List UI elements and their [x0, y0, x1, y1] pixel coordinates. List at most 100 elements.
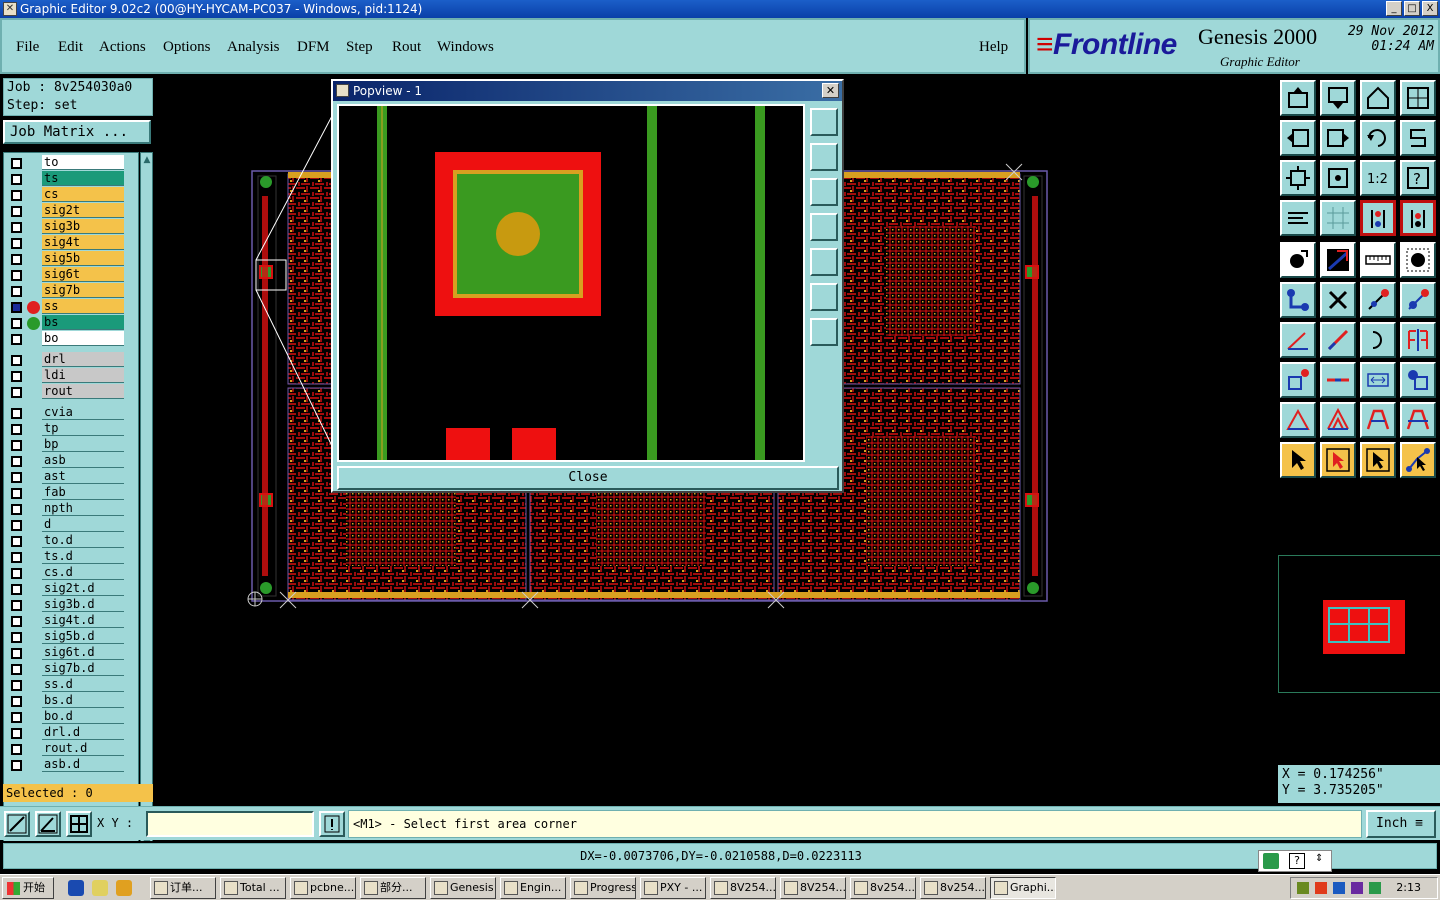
menu-analysis[interactable]: Analysis [227, 39, 280, 56]
triangle-tool-icon[interactable] [1280, 402, 1316, 438]
layer-checkbox[interactable] [11, 536, 22, 547]
layer-row-ss-d[interactable]: ss.d [4, 677, 138, 693]
start-button[interactable]: 开始 [2, 877, 54, 899]
stretch-tool-icon[interactable] [1360, 362, 1396, 398]
pointer-tool-icon[interactable] [1280, 442, 1316, 478]
area-select-tool-icon[interactable] [1360, 442, 1396, 478]
layer-row-ldi[interactable]: ldi [4, 368, 138, 384]
layer-list[interactable]: to ts cs sig2t sig3b sig4t sig5b sig6t sig7b ss bs… [3, 152, 139, 852]
popview-window[interactable]: Popview - 1 ✕ Close [331, 79, 844, 493]
layer-row-bs[interactable]: bs [4, 315, 138, 331]
layer-checkbox[interactable] [11, 440, 22, 451]
layer-checkbox[interactable] [11, 371, 22, 382]
layer-checkbox[interactable] [11, 424, 22, 435]
desktop-icon[interactable] [92, 880, 108, 896]
sync-icon[interactable] [1263, 853, 1279, 869]
layer-scrollbar[interactable]: ▲ ▼ [140, 152, 153, 852]
net-select-tool-icon[interactable] [1400, 442, 1436, 478]
snap-mode-tool-icon[interactable] [1400, 200, 1436, 236]
ie-icon[interactable] [68, 880, 84, 896]
layer-row-ast[interactable]: ast [4, 469, 138, 485]
pan-up-tool-icon[interactable] [1280, 80, 1316, 116]
pad-group-tool-icon[interactable] [1400, 362, 1436, 398]
layer-name[interactable]: asb.d [42, 757, 124, 772]
tray-icon-5[interactable] [1369, 882, 1381, 894]
resize-tool-icon[interactable] [1280, 362, 1316, 398]
taskbar-task[interactable]: Progress [570, 877, 636, 899]
taskbar-task[interactable]: PXY - ... [640, 877, 706, 899]
undo-view-tool-icon[interactable] [1360, 120, 1396, 156]
menu-help[interactable]: Help [979, 39, 1008, 56]
help-icon[interactable]: ? [1289, 853, 1305, 869]
layer-row-drl[interactable]: drl [4, 352, 138, 368]
layer-checkbox[interactable] [11, 206, 22, 217]
layer-name[interactable]: sig4t.d [42, 613, 124, 628]
home-tool-icon[interactable] [1360, 80, 1396, 116]
tray-icon-1[interactable] [1297, 882, 1309, 894]
layer-checkbox[interactable] [11, 334, 22, 345]
layer-name[interactable]: fab [42, 485, 124, 500]
menu-dfm[interactable]: DFM [297, 39, 330, 56]
menu-step[interactable]: Step [346, 39, 373, 56]
polygon-tool-icon[interactable] [1320, 402, 1356, 438]
layer-name[interactable]: to.d [42, 533, 124, 548]
layer-row-sig2t-d[interactable]: sig2t.d [4, 581, 138, 597]
layer-checkbox[interactable] [11, 387, 22, 398]
layer-row-rout-d[interactable]: rout.d [4, 741, 138, 757]
layer-checkbox[interactable] [11, 616, 22, 627]
line-draw-tool-icon[interactable] [1320, 322, 1356, 358]
layer-checkbox[interactable] [11, 680, 22, 691]
layer-row-sig4t-d[interactable]: sig4t.d [4, 613, 138, 629]
layer-checkbox[interactable] [11, 648, 22, 659]
layer-checkbox[interactable] [11, 174, 22, 185]
layer-checkbox[interactable] [11, 600, 22, 611]
layer-checkbox[interactable] [11, 456, 22, 467]
select-feature-tool-icon[interactable] [1280, 242, 1316, 278]
layer-row-bp[interactable]: bp [4, 437, 138, 453]
zoom-out-tool-icon[interactable] [1320, 160, 1356, 196]
layer-checkbox[interactable] [11, 760, 22, 771]
layer-row-fab[interactable]: fab [4, 485, 138, 501]
taskbar-task[interactable]: 8v254... [850, 877, 916, 899]
layer-checkbox[interactable] [11, 728, 22, 739]
zoom-1to2-tool-icon[interactable]: 1:2 [1360, 160, 1396, 196]
layer-checkbox[interactable] [11, 584, 22, 595]
layer-name[interactable]: bo.d [42, 709, 124, 724]
menu-windows[interactable]: Windows [437, 39, 494, 56]
layer-name[interactable]: bs [42, 315, 124, 330]
layer-checkbox[interactable] [11, 158, 22, 169]
quicklaunch-icon[interactable] [116, 880, 132, 896]
tray-icon-3[interactable] [1333, 882, 1345, 894]
popview-pan-up-icon[interactable] [810, 143, 838, 171]
layer-name[interactable]: sig7b.d [42, 661, 124, 676]
popview-pan-down-icon[interactable] [810, 178, 838, 206]
info-icon[interactable] [319, 811, 345, 837]
redraw-tool-icon[interactable] [1400, 120, 1436, 156]
layer-row-sig5b[interactable]: sig5b [4, 251, 138, 267]
layer-name[interactable]: sig7b [42, 283, 124, 298]
taskbar-task[interactable]: 8v254... [920, 877, 986, 899]
layer-checkbox[interactable] [11, 744, 22, 755]
popview-close-icon[interactable]: ✕ [822, 83, 839, 98]
close-window-button[interactable]: X [1422, 1, 1438, 16]
tray-icon-2[interactable] [1315, 882, 1327, 894]
layer-row-cvia[interactable]: cvia [4, 405, 138, 421]
layer-name[interactable]: sig2t.d [42, 581, 124, 596]
layer-row-sig6t-d[interactable]: sig6t.d [4, 645, 138, 661]
mirror-tool-icon[interactable] [1400, 322, 1436, 358]
layer-checkbox[interactable] [11, 632, 22, 643]
layer-name[interactable]: asb [42, 453, 124, 468]
spinner-icon[interactable]: ⇕ [1315, 853, 1323, 864]
popview-zoom-out-icon[interactable] [810, 318, 838, 346]
layer-checkbox[interactable] [11, 222, 22, 233]
ruler-tool-icon[interactable] [1360, 242, 1396, 278]
layer-checkbox[interactable] [11, 520, 22, 531]
help-tool-icon[interactable]: ? [1400, 160, 1436, 196]
pad-tool-icon[interactable] [1400, 242, 1436, 278]
layer-name[interactable]: rout [42, 384, 124, 399]
layer-row-cs-d[interactable]: cs.d [4, 565, 138, 581]
layer-row-tp[interactable]: tp [4, 421, 138, 437]
popview-zoom-in-icon[interactable] [810, 283, 838, 311]
taskbar-task[interactable]: Graphi... [990, 877, 1056, 899]
angle-tool-icon[interactable] [1280, 322, 1316, 358]
